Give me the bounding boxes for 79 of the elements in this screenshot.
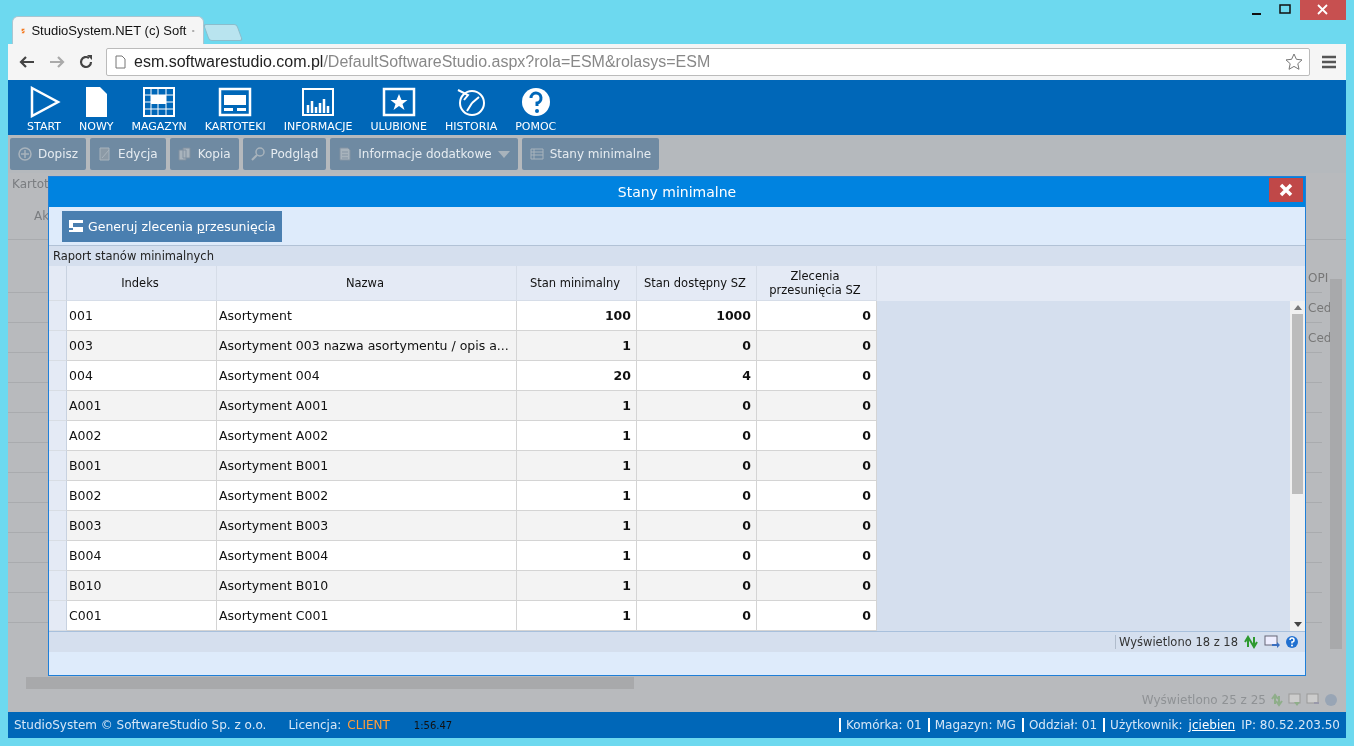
- list-icon: [529, 147, 544, 161]
- session-time: 1:56.47: [413, 719, 453, 731]
- row-header[interactable]: [49, 331, 67, 361]
- nav-button[interactable]: POMOC: [506, 86, 566, 133]
- toolbar-button[interactable]: Stany minimalne: [521, 138, 660, 170]
- scrollbar[interactable]: [26, 677, 634, 689]
- bars-icon: [301, 86, 336, 118]
- row-header[interactable]: [49, 391, 67, 421]
- table-cell: OPI: [1308, 271, 1330, 287]
- column-header[interactable]: Indeks: [67, 266, 217, 301]
- row-header[interactable]: [49, 601, 67, 631]
- row-header[interactable]: [49, 451, 67, 481]
- row-header[interactable]: [49, 571, 67, 601]
- plus-icon: [18, 147, 32, 161]
- scrollbar[interactable]: [1290, 301, 1305, 631]
- row-header[interactable]: [49, 481, 67, 511]
- window-icon: [218, 86, 253, 118]
- nav-button[interactable]: ULUBIONE: [361, 86, 436, 133]
- ip-address: IP: 80.52.203.50: [1241, 718, 1340, 732]
- toolbar-button[interactable]: Kopia: [169, 138, 239, 170]
- copyright-text: StudioSystem © SoftwareStudio Sp. z o.o.: [14, 718, 267, 732]
- table-cell: Ced: [1308, 331, 1330, 347]
- reload-icon[interactable]: [78, 54, 94, 70]
- close-icon: [1278, 182, 1294, 198]
- address-field[interactable]: esm.softwarestudio.com.pl/DefaultSoftwareStudio.aspx?rola=ESM&rolasys=ESM: [106, 48, 1310, 76]
- nav-button[interactable]: MAGAZYN: [122, 86, 196, 133]
- row-header[interactable]: [49, 361, 67, 391]
- nav-button[interactable]: HISTORIA: [435, 86, 507, 133]
- nav-button[interactable]: INFORMACJE: [274, 86, 362, 133]
- close-icon[interactable]: [1300, 0, 1346, 20]
- license-value: CLIENT: [347, 718, 390, 732]
- generate-button[interactable]: Generuj zlecenia przesunięcia: [62, 210, 282, 242]
- scroll-down-icon[interactable]: [1293, 622, 1302, 627]
- user-label: Użytkownik:: [1103, 718, 1183, 732]
- row-header[interactable]: [49, 511, 67, 541]
- forward-icon[interactable]: [48, 54, 66, 70]
- nav-button[interactable]: NOWY: [70, 86, 123, 133]
- page-icon: [115, 55, 126, 69]
- user-link[interactable]: jciebien: [1188, 718, 1236, 732]
- status-field: Komórka: 01: [838, 718, 922, 732]
- refresh-icon[interactable]: [1243, 635, 1259, 649]
- grid-icon: [142, 86, 177, 118]
- toolbar-button[interactable]: Podgląd: [242, 138, 327, 170]
- column-header[interactable]: Nazwa: [217, 266, 517, 301]
- toolbar-button[interactable]: Edycja: [90, 138, 166, 170]
- export-icon[interactable]: [1264, 635, 1280, 649]
- star-icon[interactable]: [1285, 53, 1303, 71]
- search-icon: [250, 147, 265, 161]
- doc-icon: [338, 147, 353, 161]
- row-header[interactable]: [49, 541, 67, 571]
- edit-icon: [98, 147, 113, 161]
- copy-icon: [177, 147, 192, 161]
- new-tab-button[interactable]: [202, 24, 244, 41]
- breadcrumb: Kartot: [12, 177, 49, 191]
- row-header[interactable]: [49, 301, 67, 331]
- toolbar-button[interactable]: Informacje dodatkowe: [330, 138, 518, 170]
- tab-title: StudioSystem.NET (c) Soft: [31, 23, 187, 38]
- toolbar-button[interactable]: Dopisz: [10, 138, 87, 170]
- dialog-title: Stany minimalne: [617, 184, 737, 200]
- license-label: Licencja:: [288, 718, 342, 732]
- menu-icon[interactable]: [1322, 55, 1336, 69]
- table-cell: Ced: [1308, 301, 1330, 317]
- nav-button[interactable]: KARTOTEKI: [195, 86, 275, 133]
- browser-tab[interactable]: StudioSystem.NET (c) Soft: [12, 16, 204, 44]
- export-icon[interactable]: [1306, 693, 1320, 707]
- nav-button[interactable]: START: [18, 86, 70, 133]
- column-header[interactable]: Stan dostępny SZ: [637, 266, 757, 301]
- back-icon[interactable]: [18, 54, 36, 70]
- record-count: Wyświetlono 18 z 18: [1115, 635, 1238, 649]
- row-header[interactable]: [49, 421, 67, 451]
- grid-caption: Raport stanów minimalnych: [53, 249, 214, 263]
- column-header[interactable]: Zlecenia przesunięcia SZ: [757, 266, 877, 301]
- scroll-up-icon[interactable]: [1293, 305, 1302, 310]
- column-header[interactable]: Stan minimalny: [517, 266, 637, 301]
- refresh-icon[interactable]: [1270, 693, 1284, 707]
- status-field: Magazyn: MG: [927, 718, 1016, 732]
- column-header: Ak: [34, 209, 50, 223]
- close-button[interactable]: [1269, 178, 1303, 202]
- status-field: Oddział: 01: [1021, 718, 1098, 732]
